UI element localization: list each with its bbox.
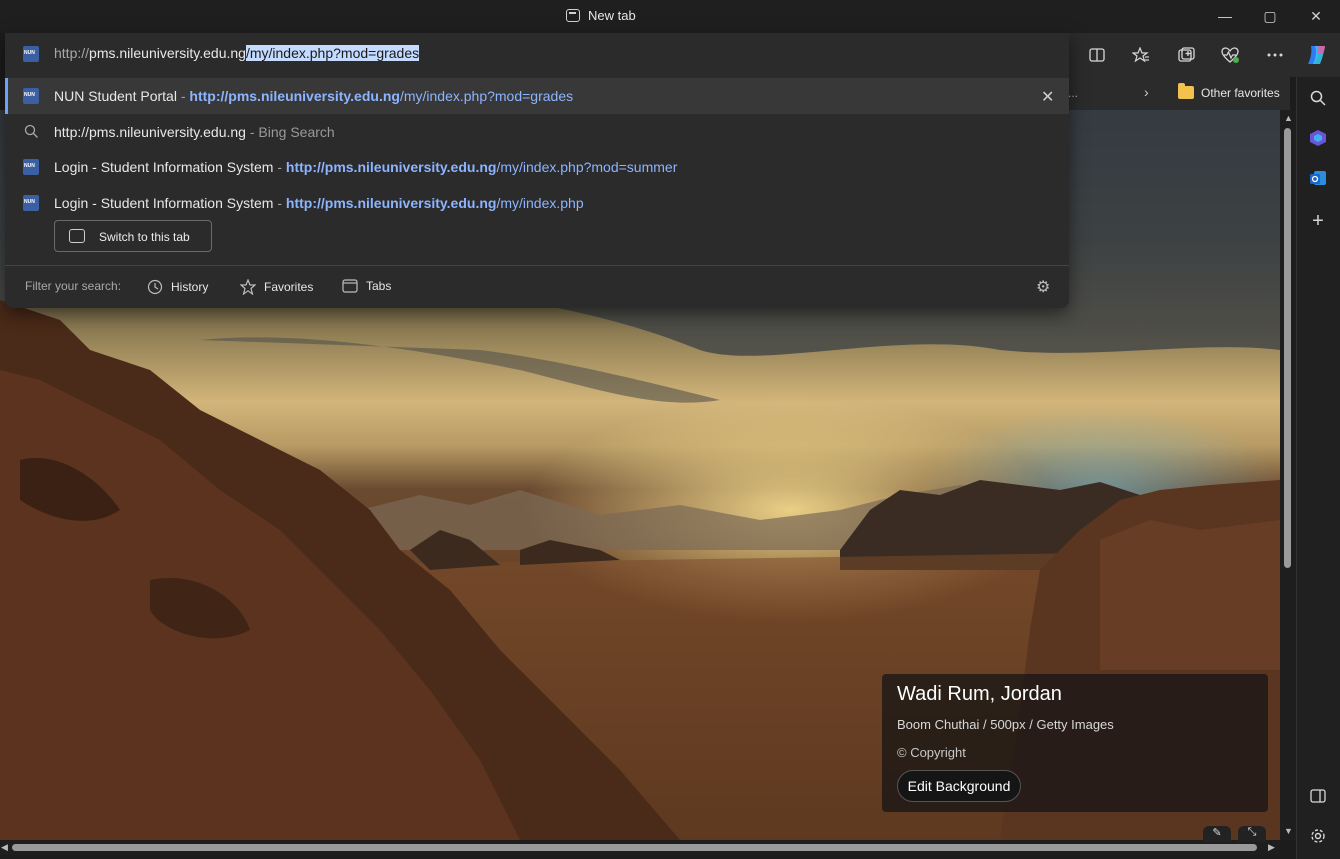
- site-favicon-icon: [23, 88, 39, 104]
- horizontal-scrollbar[interactable]: ◀ ▶: [0, 840, 1280, 855]
- chevron-right-icon[interactable]: ›: [1144, 84, 1149, 100]
- background-info-card: Wadi Rum, Jordan Boom Chuthai / 500px / …: [882, 674, 1268, 812]
- suggestion-title: Login - Student Information System: [54, 159, 274, 175]
- suggestion-item[interactable]: NUN Student Portal - http://pms.nileuniv…: [5, 78, 1069, 114]
- add-sidebar-app-icon[interactable]: +: [1307, 210, 1329, 232]
- url-selected-path: /my/index.php?mod=grades: [245, 45, 420, 61]
- tab-icon: [69, 229, 85, 243]
- split-screen-icon[interactable]: [1085, 43, 1109, 67]
- browser-essentials-icon[interactable]: [1218, 43, 1242, 67]
- suggestion-separator: -: [273, 159, 286, 175]
- right-sidebar: +: [1296, 77, 1340, 859]
- suggestion-url-path: /my/index.php?mod=grades: [399, 88, 574, 104]
- other-favorites-link[interactable]: Other favorites: [1201, 86, 1280, 100]
- close-window-button[interactable]: ✕: [1306, 7, 1326, 25]
- tab-page-icon: [566, 9, 580, 22]
- switch-to-tab-label: Switch to this tab: [99, 230, 190, 244]
- filter-tabs-label: Tabs: [366, 279, 392, 293]
- suggestion-separator: -: [245, 124, 259, 140]
- suggestion-url-host: http://pms.nileuniversity.edu.ng: [189, 88, 400, 104]
- horizontal-scroll-thumb[interactable]: [12, 844, 1257, 851]
- collections-icon[interactable]: [1174, 43, 1198, 67]
- suggestion-separator: -: [176, 88, 190, 104]
- favorites-bar: ... › Other favorites: [1068, 77, 1290, 110]
- suggestion-url-host: http://pms.nileuniversity.edu.ng: [285, 195, 497, 211]
- url-scheme: http://: [54, 45, 90, 61]
- vertical-scroll-thumb[interactable]: [1284, 128, 1291, 568]
- copilot-icon[interactable]: [1305, 43, 1329, 67]
- outlook-icon[interactable]: [1307, 167, 1329, 189]
- switch-to-tab-button[interactable]: Switch to this tab: [54, 220, 212, 252]
- search-icon: [24, 124, 38, 138]
- collapse-icon[interactable]: ⤡: [1238, 826, 1266, 842]
- favorites-overflow: ...: [1068, 86, 1079, 100]
- history-icon: [147, 279, 163, 295]
- filter-tabs-button[interactable]: Tabs: [342, 279, 391, 293]
- site-favicon-icon: [23, 195, 39, 211]
- scroll-right-arrow-icon[interactable]: ▶: [1268, 842, 1275, 853]
- address-bar-dropdown: http://pms.nileuniversity.edu.ng/my/inde…: [5, 33, 1069, 308]
- tabs-icon: [342, 279, 358, 293]
- search-engine-label: Bing Search: [258, 124, 335, 140]
- filter-favorites-label: Favorites: [264, 280, 314, 294]
- vertical-scrollbar[interactable]: ▲ ▼: [1280, 110, 1296, 840]
- suggestion-title: Login - Student Information System: [54, 195, 274, 211]
- scroll-down-arrow-icon[interactable]: ▼: [1284, 826, 1293, 836]
- copilot-sidebar-icon[interactable]: [1307, 127, 1329, 149]
- browser-toolbar: [1068, 33, 1340, 77]
- settings-gear-icon[interactable]: [1307, 825, 1329, 847]
- scroll-up-arrow-icon[interactable]: ▲: [1284, 113, 1293, 123]
- address-bar[interactable]: http://pms.nileuniversity.edu.ng/my/inde…: [5, 33, 1069, 75]
- minimize-button[interactable]: —: [1215, 7, 1235, 25]
- suggestion-title: NUN Student Portal: [54, 88, 177, 104]
- star-icon: [240, 279, 256, 295]
- edit-page-icon[interactable]: ✎: [1203, 826, 1231, 842]
- site-favicon-icon: [23, 159, 39, 175]
- maximize-button[interactable]: ▢: [1260, 7, 1280, 25]
- search-suggestion-item[interactable]: http://pms.nileuniversity.edu.ng - Bing …: [5, 114, 1069, 150]
- suggestion-url-host: http://pms.nileuniversity.edu.ng: [285, 159, 497, 175]
- search-icon[interactable]: [1307, 87, 1329, 109]
- url-host: pms.nileuniversity.edu.ng: [89, 45, 246, 61]
- filter-label: Filter your search:: [25, 279, 122, 293]
- search-filter-bar: Filter your search: History Favorites Ta…: [5, 266, 1069, 308]
- site-favicon-icon: [23, 46, 39, 62]
- more-options-icon[interactable]: [1263, 43, 1287, 67]
- image-credit: Boom Chuthai / 500px / Getty Images: [897, 717, 1114, 732]
- edit-background-button[interactable]: Edit Background: [897, 770, 1021, 802]
- suggestion-url-path: /my/index.php: [496, 195, 584, 211]
- favorites-star-icon[interactable]: [1129, 43, 1153, 67]
- filter-history-button[interactable]: History: [147, 279, 208, 295]
- background-location-title[interactable]: Wadi Rum, Jordan: [897, 683, 1062, 706]
- filter-favorites-button[interactable]: Favorites: [240, 279, 313, 295]
- filter-history-label: History: [171, 280, 209, 294]
- suggestion-separator: -: [273, 195, 286, 211]
- suggestion-item[interactable]: Login - Student Information System - htt…: [5, 185, 1069, 221]
- search-settings-gear-icon[interactable]: ⚙: [1036, 277, 1050, 297]
- suggestion-url-path: /my/index.php?mod=summer: [496, 159, 678, 175]
- folder-icon: [1178, 83, 1194, 99]
- suggestion-item[interactable]: Login - Student Information System - htt…: [5, 149, 1069, 185]
- scroll-left-arrow-icon[interactable]: ◀: [1, 842, 8, 853]
- search-query: http://pms.nileuniversity.edu.ng: [54, 124, 246, 140]
- copyright-link[interactable]: © Copyright: [897, 745, 966, 760]
- tab-title-text: New tab: [588, 8, 636, 23]
- address-input[interactable]: http://pms.nileuniversity.edu.ng/my/inde…: [54, 45, 420, 61]
- title-bar: New tab — ▢ ✕: [0, 0, 1340, 33]
- tab-title[interactable]: New tab: [566, 8, 636, 23]
- remove-suggestion-close-icon[interactable]: ✕: [1041, 87, 1054, 107]
- hide-sidebar-icon[interactable]: [1307, 785, 1329, 807]
